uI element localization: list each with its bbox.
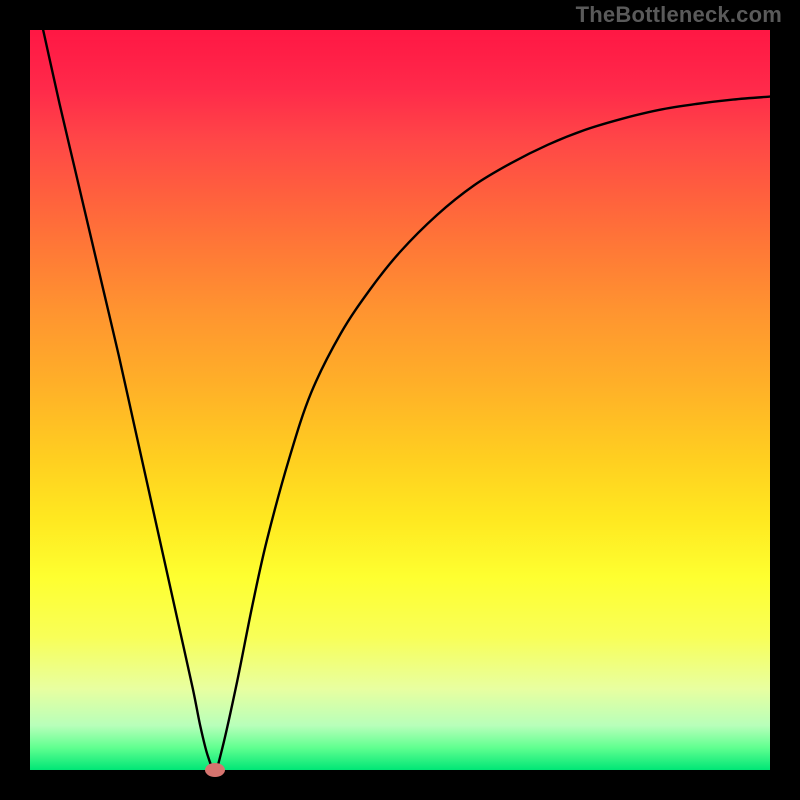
chart-frame: TheBottleneck.com (0, 0, 800, 800)
curve-svg (30, 30, 770, 770)
bottleneck-curve (30, 30, 770, 770)
watermark-text: TheBottleneck.com (576, 2, 782, 28)
plot-area (30, 30, 770, 770)
min-marker (205, 763, 225, 777)
